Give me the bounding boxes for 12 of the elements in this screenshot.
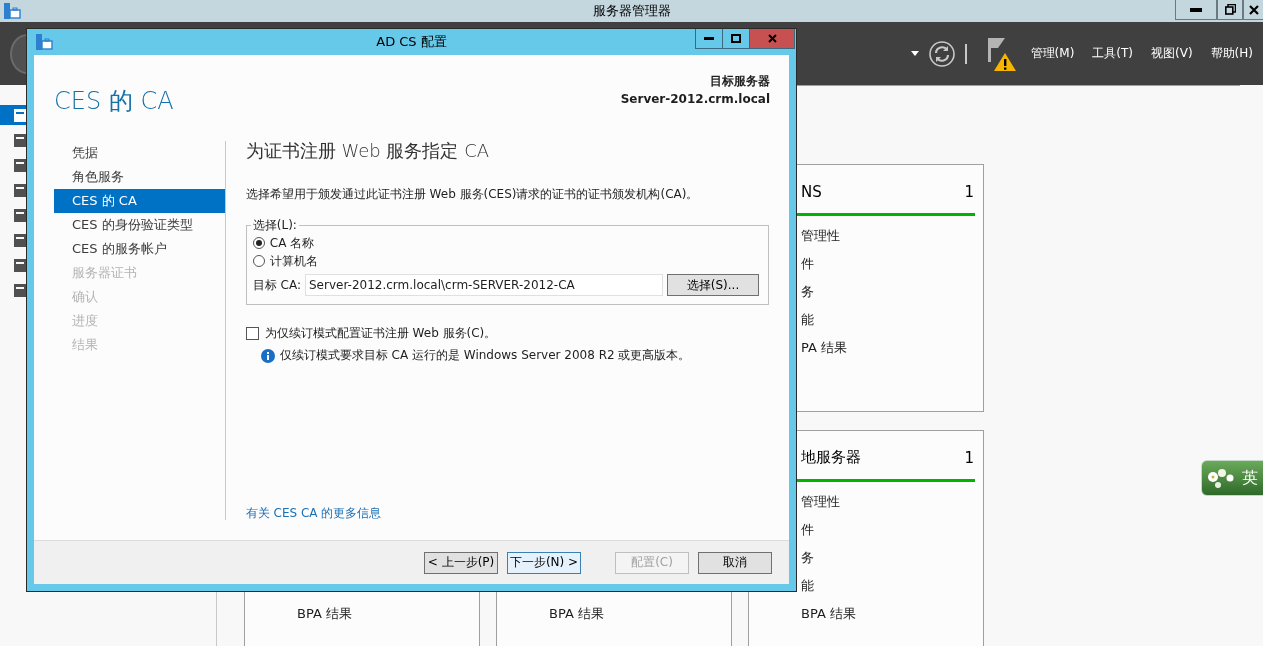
tile-count: 1 xyxy=(964,183,974,203)
description: 选择希望用于颁发通过此证书注册 Web 服务(CES)请求的证书的证书颁发机构(CA)。 xyxy=(245,186,700,203)
group-label: 选择(L): xyxy=(251,217,298,234)
target-label: 目标服务器 xyxy=(710,73,770,90)
section-heading: 为证书注册 Web 服务指定 CA xyxy=(245,139,491,163)
window-title: 服务器管理器 xyxy=(592,2,671,20)
dialog-title: AD CS 配置 xyxy=(376,33,447,51)
target-ca-label: 目标 CA: xyxy=(252,276,301,294)
target-server: Server-2012.crm.local xyxy=(620,91,770,108)
tile-count: 1 xyxy=(964,449,974,469)
page-title: CES 的 CA xyxy=(54,86,174,117)
note-text: 仅续订模式要求目标 CA 运行的是 Windows Server 2008 R2 或更高版本。 xyxy=(279,347,691,364)
